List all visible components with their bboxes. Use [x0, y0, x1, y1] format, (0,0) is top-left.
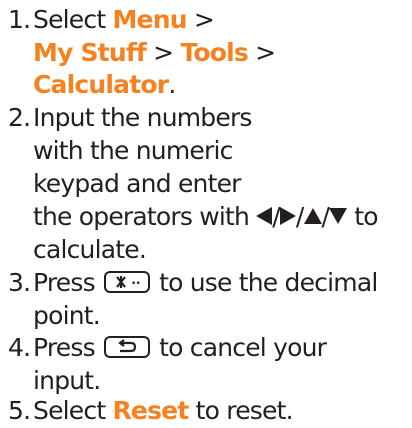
step-text: Input the numbers	[33, 103, 252, 132]
step-number: 3.	[8, 268, 31, 297]
step-text: keypad and enter	[33, 169, 241, 198]
step-text: to use the decimal	[159, 268, 378, 297]
back-key-icon	[103, 336, 150, 358]
svg-text:••: ••	[131, 279, 140, 289]
separator: >	[193, 5, 215, 34]
step-text: to cancel your	[159, 333, 327, 362]
step-number: 1.	[8, 5, 31, 34]
step-text: to	[354, 202, 378, 231]
tools-highlight: Tools	[180, 38, 249, 67]
step-text: Press	[33, 268, 96, 297]
separator: >	[255, 38, 276, 67]
step-text: the operators with	[33, 202, 250, 231]
slash: /	[272, 202, 280, 231]
step-number: 2.	[8, 103, 31, 132]
step-text: calculate.	[33, 235, 147, 264]
step-text: with the numeric	[33, 136, 233, 165]
separator: >	[153, 38, 174, 67]
calculator-highlight: Calculator	[33, 70, 169, 99]
step-text: input.	[33, 366, 101, 395]
up-arrow-icon	[303, 208, 322, 224]
slash: /	[295, 202, 304, 231]
star-key-icon: ••	[103, 271, 150, 293]
step-text: .	[168, 70, 176, 99]
step-text: point.	[33, 301, 101, 330]
step-number: 4.	[8, 333, 31, 362]
right-arrow-icon	[279, 207, 296, 225]
my-stuff-highlight: My Stuff	[33, 38, 147, 67]
step-number: 5.	[8, 396, 31, 425]
left-arrow-icon	[256, 207, 273, 225]
step-text: Select	[33, 5, 106, 34]
slash: /	[321, 202, 330, 231]
menu-highlight: Menu	[112, 5, 187, 34]
step-text: Press	[33, 333, 96, 362]
down-arrow-icon	[329, 208, 348, 224]
